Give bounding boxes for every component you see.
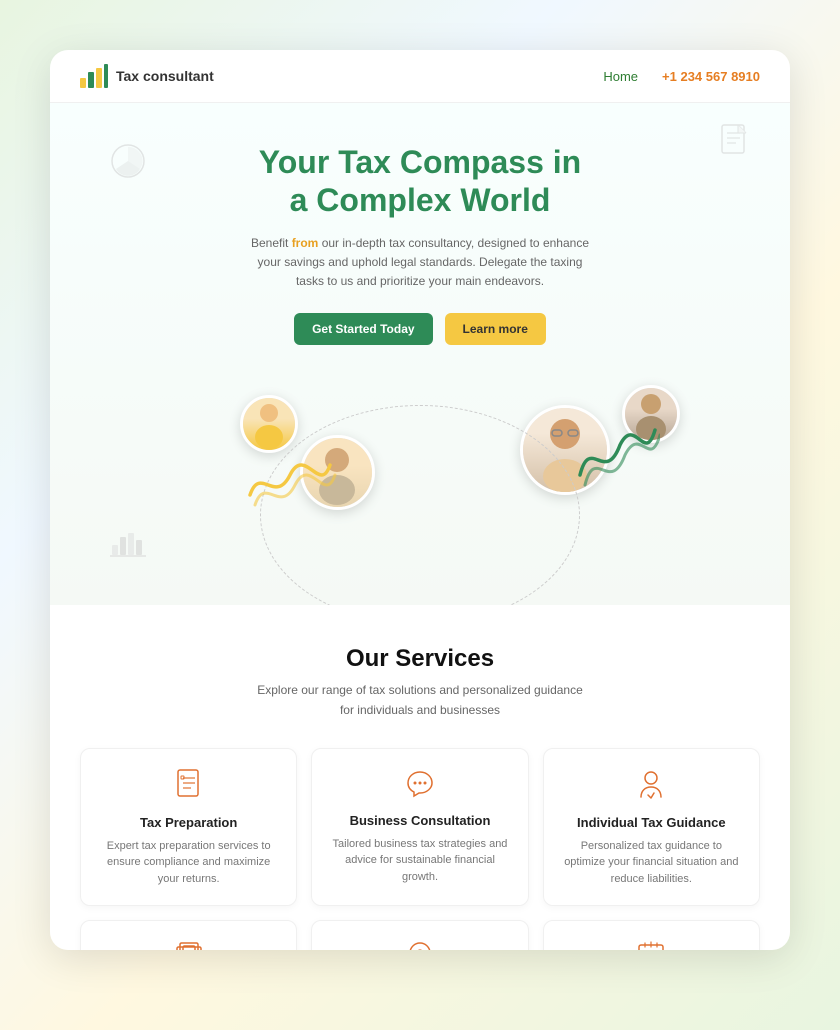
get-started-button[interactable]: Get Started Today [294, 313, 432, 345]
service-card-tax-planning: Tax Planning Strategic tax planning for … [80, 920, 297, 950]
services-section: Our Services Explore our range of tax so… [50, 605, 790, 950]
service-desc-1: Tailored business tax strategies and adv… [328, 836, 511, 886]
hero-buttons: Get Started Today Learn more [80, 313, 760, 345]
individual-tax-icon [560, 769, 743, 805]
service-card-tax-preparation: Tax Preparation Expert tax preparation s… [80, 748, 297, 907]
services-grid: Tax Preparation Expert tax preparation s… [80, 748, 760, 950]
service-card-individual-tax: Individual Tax Guidance Personalized tax… [543, 748, 760, 907]
hero-title-line2: a Complex World [290, 182, 551, 218]
service-desc-0: Expert tax preparation services to ensur… [97, 838, 280, 888]
deco-document-icon [720, 123, 750, 167]
tax-planning-icon [97, 941, 280, 950]
logo-text: Tax consultant [116, 68, 214, 84]
hero-scene [80, 375, 760, 575]
logo-icon [80, 64, 108, 88]
nav-right: Home +1 234 567 8910 [603, 69, 760, 84]
logo: Tax consultant [80, 64, 214, 88]
learn-more-button[interactable]: Learn more [445, 313, 546, 345]
hero-subtitle: Benefit from our in-depth tax consultanc… [245, 234, 595, 292]
services-subtitle: Explore our range of tax solutions and p… [250, 681, 590, 719]
service-card-business-consultation: Business Consultation Tailored business … [311, 748, 528, 907]
service-name-0: Tax Preparation [97, 815, 280, 830]
service-name-2: Individual Tax Guidance [560, 815, 743, 830]
services-title: Our Services [80, 645, 760, 673]
nav-home-link[interactable]: Home [603, 69, 638, 84]
estate-tax-icon [560, 941, 743, 950]
service-card-estate-tax: Estate and Inheritance Tax Efficient est… [543, 920, 760, 950]
squiggle-green [570, 415, 660, 495]
navbar: Tax consultant Home +1 234 567 8910 [50, 50, 790, 103]
hero-title-line1: Your Tax Compass in [259, 144, 581, 180]
hero-title: Your Tax Compass in a Complex World [80, 143, 760, 220]
nav-phone: +1 234 567 8910 [662, 69, 760, 84]
audit-support-icon [328, 941, 511, 950]
page-wrapper: Tax consultant Home +1 234 567 8910 [50, 50, 790, 950]
squiggle-yellow [240, 445, 340, 515]
service-name-1: Business Consultation [328, 813, 511, 828]
service-card-audit-support: Audit Support Comprehensive audit suppor… [311, 920, 528, 950]
business-consultation-icon [328, 769, 511, 803]
hero-section: Your Tax Compass in a Complex World Bene… [50, 103, 790, 605]
deco-chart-icon [110, 143, 146, 187]
service-desc-2: Personalized tax guidance to optimize yo… [560, 838, 743, 888]
tax-preparation-icon [97, 769, 280, 805]
